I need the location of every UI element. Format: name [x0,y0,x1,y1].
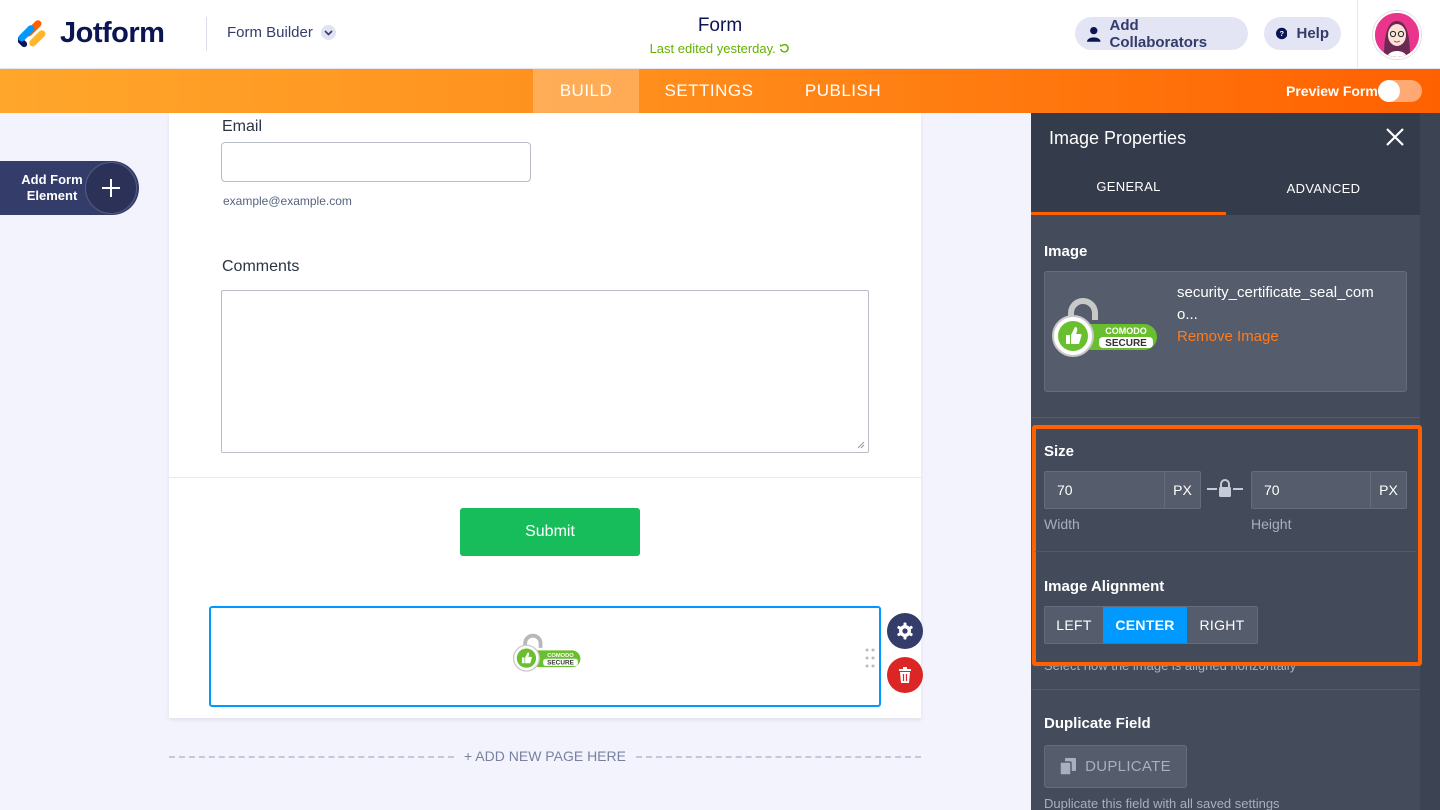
email-sublabel[interactable]: example@example.com [223,194,352,208]
builder-nav: BUILD SETTINGS PUBLISH Preview Form [0,69,1440,113]
comments-textarea[interactable] [221,290,869,453]
svg-text:SECURE: SECURE [547,660,574,667]
top-header: Jotform Form Builder Form Last edited ye… [0,0,1440,69]
duplicate-label: DUPLICATE [1085,758,1171,775]
user-avatar[interactable] [1373,11,1421,59]
help-button[interactable]: ? Help [1264,17,1341,50]
logo-mark-icon [18,19,46,47]
history-icon [780,43,790,53]
tab-build[interactable]: BUILD [533,69,639,113]
header-divider-right [1357,0,1358,69]
chevron-down-icon [320,25,336,40]
plus-icon [85,162,137,214]
drag-handle-icon[interactable] [864,647,876,669]
svg-text:COMODO: COMODO [547,653,574,659]
toggle-knob [1378,80,1400,102]
trash-icon [899,667,911,683]
duplicate-section-label: Duplicate Field [1044,715,1151,732]
header-divider [206,17,207,51]
svg-text:?: ? [1279,29,1284,38]
alignment-hint: Select how the image is aligned horizont… [1044,658,1297,673]
jotform-logo[interactable]: Jotform [18,17,165,50]
email-field[interactable] [221,142,531,182]
delete-field-button[interactable] [887,657,923,693]
add-new-page-label: + ADD NEW PAGE HERE [464,748,626,764]
form-builder-dropdown[interactable]: Form Builder [227,24,336,41]
tab-publish[interactable]: PUBLISH [790,69,896,113]
email-label[interactable]: Email [222,118,262,136]
preview-form-toggle[interactable] [1378,80,1422,102]
tab-settings[interactable]: SETTINGS [650,69,768,113]
add-form-element-button[interactable]: Add Form Element [0,161,139,215]
panel-lower: Select how the image is aligned horizont… [1031,113,1420,810]
resize-grip-icon[interactable] [857,441,865,449]
section-divider [1031,689,1420,690]
image-field-selected[interactable]: COMODO SECURE [209,606,881,707]
brand-name: Jotform [60,17,165,49]
last-edited-text: Last edited yesterday. [649,41,776,56]
field-properties-button[interactable] [887,613,923,649]
dash-left [169,756,454,758]
add-collaborators-button[interactable]: Add Collaborators [1075,16,1248,51]
form-divider [169,477,921,478]
comodo-secure-seal: COMODO SECURE [512,633,581,672]
add-form-element-label: Add Form Element [21,172,83,203]
builder-switch-label: Form Builder [227,24,313,41]
duplicate-hint: Duplicate this field with all saved sett… [1044,796,1280,810]
panel-scrollbar[interactable] [1420,113,1440,810]
gear-icon [897,622,913,640]
duplicate-button[interactable]: DUPLICATE [1044,745,1187,788]
add-new-page[interactable]: + ADD NEW PAGE HERE [169,747,921,767]
last-edited-status[interactable]: Last edited yesterday. [600,41,840,56]
dash-right [636,756,921,758]
copy-icon [1060,758,1077,775]
form-title[interactable]: Form [620,15,820,37]
user-icon [1087,26,1101,42]
form-canvas: Email example@example.com Comments Submi… [169,113,921,718]
question-icon: ? [1276,27,1288,40]
preview-form-label: Preview Form [1286,83,1378,99]
help-label: Help [1296,25,1329,42]
add-collaborators-label: Add Collaborators [1109,16,1208,51]
submit-button[interactable]: Submit [460,508,640,556]
comments-label[interactable]: Comments [222,258,299,276]
